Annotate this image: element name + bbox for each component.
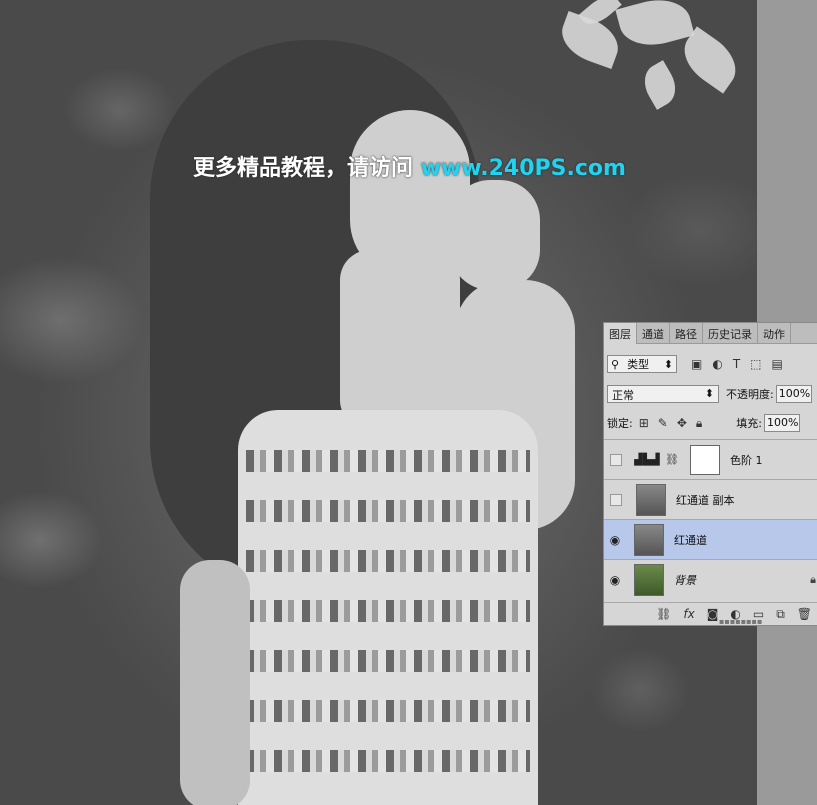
layers-panel: 图层 通道 路径 历史记录 动作 ⚲ 类型 ⬍ ▣ ◐ T ⬚ ▤ 正常 ⬍ 不… (603, 322, 817, 626)
layer-name: 背景 (674, 573, 696, 587)
new-layer-icon[interactable]: ⧉ (776, 607, 785, 622)
lock-icon: 🔒︎ (810, 572, 816, 586)
layer-list: ▟▙▟ ⛓ 色阶 1 红通道 副本 ◉ 红通道 ◉ 背景 🔒︎ (604, 439, 817, 599)
neck-shape (340, 250, 460, 430)
watermark-url: www.240PS.com (420, 156, 626, 181)
eye-icon[interactable]: ◉ (604, 533, 626, 547)
layer-row-background[interactable]: ◉ 背景 🔒︎ (604, 559, 817, 599)
lock-label: 锁定: (607, 417, 633, 430)
updown-icon: ⬍ (663, 357, 673, 371)
tab-layers[interactable]: 图层 (604, 323, 637, 344)
image-icon[interactable]: ▣ (691, 357, 702, 371)
layer-row-red-channel-copy[interactable]: 红通道 副本 (604, 479, 817, 519)
tab-actions[interactable]: 动作 (758, 323, 791, 343)
layer-thumbnail (634, 563, 664, 596)
layer-thumbnail (634, 523, 664, 556)
adjustment-icon[interactable]: ◐ (712, 357, 722, 371)
leaf-decoration (615, 0, 695, 54)
fill-field[interactable]: 100% (764, 414, 801, 432)
lock-move-icon[interactable]: ✥ (677, 416, 687, 431)
blend-mode-select[interactable]: 正常 ⬍ (607, 385, 719, 403)
layer-name: 色阶 1 (729, 453, 763, 467)
link-icon[interactable]: ⛓ (656, 607, 671, 621)
trash-icon[interactable]: 🗑︎ (797, 607, 812, 621)
hand-shape (450, 180, 540, 290)
lock-row: 锁定: ⊞ ✎ ✥ 🔒︎ 填充: 100% (607, 413, 817, 433)
visibility-toggle[interactable] (610, 453, 622, 466)
panel-bottom-bar: ⛓ fx ◙ ◐ ▭ ⧉ 🗑︎ (604, 602, 817, 625)
lock-all-icon[interactable]: 🔒︎ (696, 416, 702, 431)
shape-icon[interactable]: ⬚ (750, 357, 761, 371)
filter-row: ⚲ 类型 ⬍ ▣ ◐ T ⬚ ▤ (607, 354, 817, 374)
leaf-decoration (637, 60, 683, 110)
resize-grip-icon[interactable]: ▪▪▪▪▪▪▪▪ (719, 617, 762, 626)
mask-icon[interactable]: ◙ (707, 607, 719, 621)
opacity-label: 不透明度: (726, 388, 774, 401)
layer-mask-thumbnail[interactable] (689, 444, 720, 475)
fx-icon[interactable]: fx (683, 607, 694, 621)
opacity-field[interactable]: 100% (775, 385, 812, 403)
left-arm-shape (180, 560, 250, 805)
blend-row: 正常 ⬍ 不透明度: 100% (607, 384, 817, 404)
smart-object-icon[interactable]: ▤ (772, 357, 783, 371)
layer-row-levels[interactable]: ▟▙▟ ⛓ 色阶 1 (604, 439, 817, 479)
lock-transparent-icon[interactable]: ⊞ (639, 416, 649, 431)
search-icon: ⚲ (611, 357, 620, 371)
layer-name: 红通道 副本 (676, 493, 735, 507)
panel-tabs: 图层 通道 路径 历史记录 动作 (604, 323, 817, 344)
tank-top-shape (238, 410, 538, 805)
layer-row-red-channel[interactable]: ◉ 红通道 (604, 519, 817, 559)
visibility-toggle[interactable] (610, 493, 622, 506)
layer-filter-select[interactable]: ⚲ 类型 ⬍ (607, 355, 677, 373)
type-icon[interactable]: T (733, 357, 740, 371)
updown-icon: ⬍ (704, 387, 714, 400)
tab-channels[interactable]: 通道 (637, 323, 670, 343)
filter-label: 类型 (627, 358, 650, 371)
tab-paths[interactable]: 路径 (670, 323, 703, 343)
tab-history[interactable]: 历史记录 (703, 323, 758, 343)
fill-label: 填充: (736, 417, 763, 430)
layer-thumbnail (636, 483, 666, 516)
eye-icon[interactable]: ◉ (604, 573, 626, 587)
blend-mode-value: 正常 (612, 389, 634, 402)
layer-name: 红通道 (674, 533, 707, 547)
levels-adjustment-icon: ▟▙▟ (634, 453, 660, 466)
watermark-text: 更多精品教程，请访问 (193, 156, 414, 181)
watermark: 更多精品教程，请访问 www.240PS.com (193, 150, 626, 182)
link-icon: ⛓ (665, 453, 679, 466)
lock-paint-icon[interactable]: ✎ (658, 416, 668, 431)
